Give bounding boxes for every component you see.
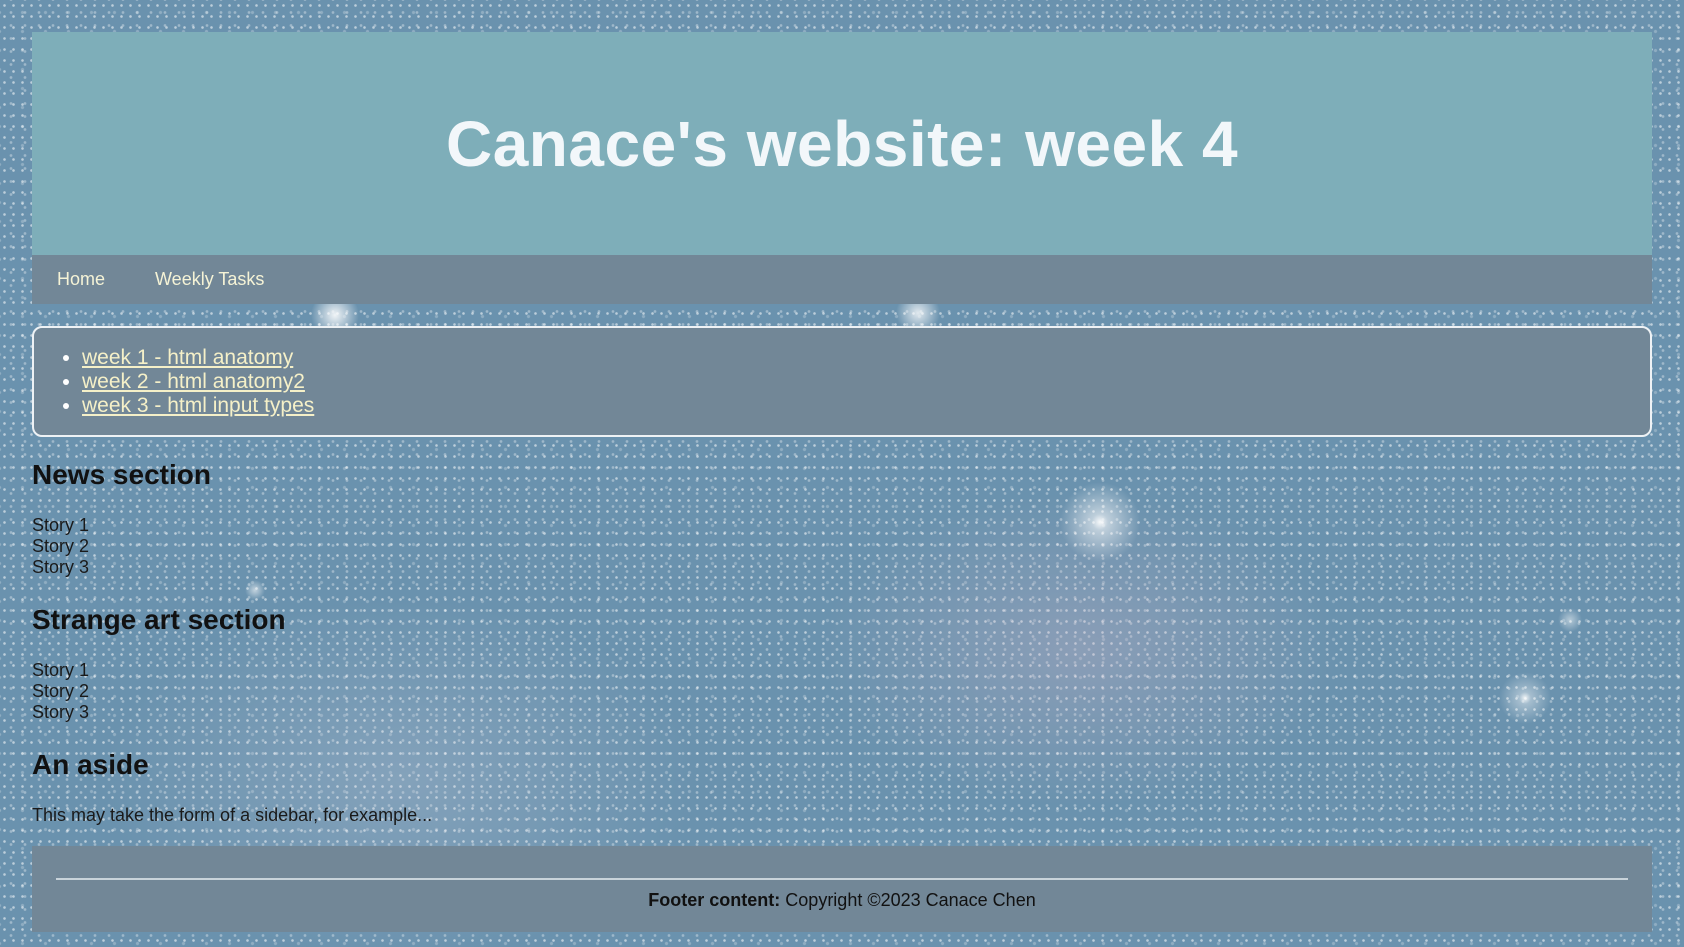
site-header: Canace's website: week 4 (32, 32, 1652, 255)
story-item: Story 1 (32, 660, 90, 680)
news-section-heading: News section (32, 459, 211, 490)
list-item: week 3 - html input types (82, 394, 1650, 418)
nav-item-weekly-tasks[interactable]: Weekly Tasks (155, 269, 264, 290)
news-stories: Story 1 Story 2 Story 3 (32, 515, 1652, 578)
footer-text: Footer content: Copyright ©2023 Canace C… (32, 890, 1652, 911)
art-section: Strange art section Story 1 Story 2 Stor… (32, 604, 1652, 723)
story-item: Story 2 (32, 536, 90, 556)
copyright-text: Copyright ©2023 Canace Chen (785, 890, 1036, 910)
story-item: Story 2 (32, 681, 90, 701)
page-title: Canace's website: week 4 (445, 107, 1239, 180)
week-1-link[interactable]: week 1 - html anatomy (82, 346, 293, 369)
aside-text: This may take the form of a sidebar, for… (32, 805, 433, 825)
page-container: Canace's website: week 4 Home Weekly Tas… (32, 32, 1652, 826)
story-item: Story 3 (32, 557, 90, 577)
footer-divider (56, 878, 1628, 880)
story-item: Story 3 (32, 702, 90, 722)
nav-item-home[interactable]: Home (57, 269, 105, 290)
news-section: News section Story 1 Story 2 Story 3 (32, 459, 1652, 578)
weekly-tasks-box: week 1 - html anatomy week 2 - html anat… (32, 326, 1652, 437)
main-nav: Home Weekly Tasks (32, 255, 1652, 304)
week-2-link[interactable]: week 2 - html anatomy2 (82, 370, 305, 393)
list-item: week 2 - html anatomy2 (82, 370, 1650, 394)
site-footer: Footer content: Copyright ©2023 Canace C… (32, 846, 1652, 932)
art-section-heading: Strange art section (32, 604, 286, 635)
footer-label: Footer content: (648, 890, 781, 910)
list-item: week 1 - html anatomy (82, 346, 1650, 370)
art-stories: Story 1 Story 2 Story 3 (32, 660, 1652, 723)
aside-section: An aside This may take the form of a sid… (32, 749, 1652, 826)
story-item: Story 1 (32, 515, 90, 535)
task-link-list: week 1 - html anatomy week 2 - html anat… (34, 346, 1650, 418)
week-3-link[interactable]: week 3 - html input types (82, 394, 314, 417)
aside-heading: An aside (32, 749, 149, 780)
